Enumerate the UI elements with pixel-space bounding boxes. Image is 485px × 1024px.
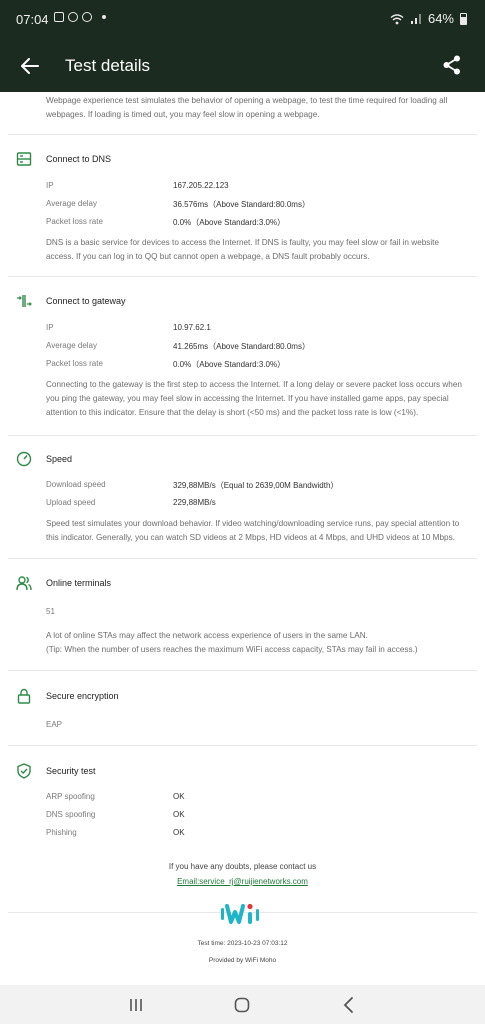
gateway-loss-label: Packet loss rate bbox=[46, 359, 103, 368]
gateway-ip-value: 10.97.62.1 bbox=[173, 323, 211, 332]
divider bbox=[8, 134, 477, 135]
back-button[interactable] bbox=[18, 54, 42, 78]
support-email-link[interactable]: Email:service_rj@ruijienetworks.com bbox=[177, 877, 308, 886]
signal-icon bbox=[410, 13, 421, 24]
app-notification-icon bbox=[68, 12, 78, 22]
system-back-button[interactable] bbox=[339, 995, 359, 1015]
security-section-header: Security test bbox=[16, 763, 96, 779]
webpage-test-description: Webpage experience test simulates the be… bbox=[46, 96, 448, 119]
back-arrow-icon bbox=[21, 58, 39, 74]
gateway-description: Connecting to the gateway is the first s… bbox=[46, 380, 462, 417]
battery-percent: 64% bbox=[427, 11, 454, 26]
dns-ip-label: IP bbox=[46, 181, 54, 190]
speed-section-header: Speed bbox=[16, 451, 72, 467]
gateway-title: Connect to gateway bbox=[46, 296, 126, 306]
speed-title: Speed bbox=[46, 454, 73, 464]
system-icons: 64% bbox=[390, 11, 467, 26]
dns-title: Connect to DNS bbox=[46, 154, 112, 164]
recent-apps-button[interactable] bbox=[126, 995, 146, 1015]
app-header: Test details bbox=[0, 40, 485, 92]
shield-check-icon bbox=[17, 763, 31, 779]
divider bbox=[8, 670, 477, 671]
wifi-icon bbox=[390, 13, 404, 24]
terminals-section-header: Online terminals bbox=[16, 575, 111, 591]
battery-icon bbox=[460, 12, 467, 25]
download-speed-value: 329,88MB/s（Equal to 2639,00M Bandwidth） bbox=[173, 481, 339, 490]
terminals-tip: (Tip: When the number of users reaches t… bbox=[46, 645, 418, 654]
status-time: 07:04 bbox=[16, 12, 49, 27]
encryption-section-header: Secure encryption bbox=[16, 688, 119, 704]
dns-loss-label: Packet loss rate bbox=[46, 217, 103, 226]
divider bbox=[8, 276, 477, 277]
gateway-section-header: Connect to gateway bbox=[16, 293, 126, 309]
speed-description: Speed test simulates your download behav… bbox=[46, 519, 460, 542]
gateway-loss-value: 0.0%（Above Standard:3.0%） bbox=[173, 360, 286, 369]
gallery-icon bbox=[54, 12, 64, 22]
dns-loss-value: 0.0%（Above Standard:3.0%） bbox=[173, 218, 286, 227]
phishing-value: OK bbox=[173, 828, 185, 837]
upload-speed-label: Upload speed bbox=[46, 498, 96, 507]
dns-description: DNS is a basic service for devices to ac… bbox=[46, 238, 440, 261]
dns-section-header: Connect to DNS bbox=[16, 151, 111, 167]
divider bbox=[8, 435, 477, 436]
system-nav-bar bbox=[0, 985, 485, 1024]
dns-delay-label: Average delay bbox=[46, 199, 97, 208]
home-button[interactable] bbox=[232, 995, 252, 1015]
users-icon bbox=[16, 576, 32, 591]
wifi-moho-logo bbox=[221, 903, 259, 924]
dns-ip-value: 167.205.22.123 bbox=[173, 181, 229, 190]
gateway-icon bbox=[17, 295, 32, 307]
dns-spoofing-label: DNS spoofing bbox=[46, 810, 96, 819]
more-notifications-icon bbox=[102, 15, 106, 19]
divider bbox=[8, 745, 477, 746]
terminals-title: Online terminals bbox=[46, 578, 112, 588]
terminals-description: A lot of online STAs may affect the netw… bbox=[46, 631, 368, 640]
dns-delay-value: 36.576ms（Above Standard:80.0ms） bbox=[173, 200, 310, 209]
gateway-delay-label: Average delay bbox=[46, 341, 97, 350]
gateway-delay-value: 41.265ms（Above Standard:80.0ms） bbox=[173, 342, 310, 351]
divider bbox=[8, 558, 477, 559]
status-bar: 07:04 64% bbox=[0, 0, 485, 40]
speedometer-icon bbox=[16, 451, 32, 467]
page-title: Test details bbox=[65, 56, 151, 75]
arp-spoofing-value: OK bbox=[173, 792, 185, 801]
share-button[interactable] bbox=[441, 54, 465, 78]
contact-text: If you have any doubts, please contact u… bbox=[168, 862, 317, 871]
upload-speed-value: 229,88MB/s bbox=[173, 498, 216, 507]
arp-spoofing-label: ARP spoofing bbox=[46, 792, 95, 801]
share-icon bbox=[443, 55, 460, 75]
gateway-ip-label: IP bbox=[46, 323, 54, 332]
terminals-count: 51 bbox=[46, 607, 55, 616]
phishing-label: Phishing bbox=[46, 828, 77, 837]
encryption-title: Secure encryption bbox=[46, 691, 119, 701]
encryption-value: EAP bbox=[46, 720, 63, 729]
test-details-content[interactable]: Webpage experience test simulates the be… bbox=[0, 92, 485, 985]
provided-by: Provided by WiFi Moho bbox=[208, 957, 277, 964]
dns-spoofing-value: OK bbox=[173, 810, 185, 819]
notification-icons bbox=[54, 12, 106, 22]
security-title: Security test bbox=[46, 766, 96, 776]
chat-icon bbox=[82, 12, 92, 22]
test-time: Test time: 2023-10-23 07:03:12 bbox=[197, 940, 288, 947]
download-speed-label: Download speed bbox=[46, 480, 106, 489]
lock-icon bbox=[17, 688, 31, 704]
server-icon bbox=[16, 152, 32, 166]
